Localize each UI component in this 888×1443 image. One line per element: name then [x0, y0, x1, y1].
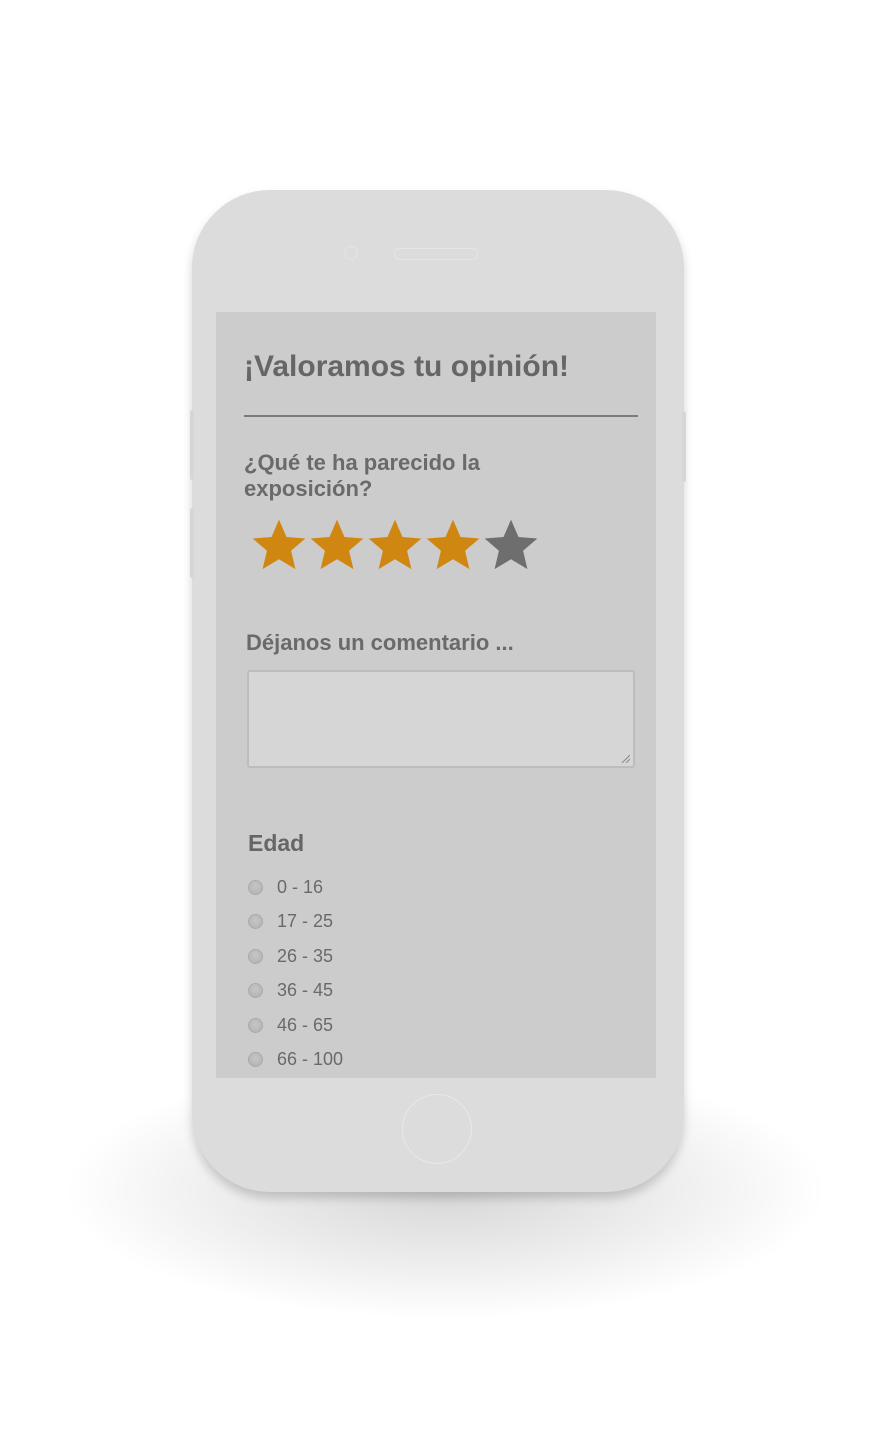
- resize-grip-icon[interactable]: [620, 753, 630, 763]
- age-option-label: 17 - 25: [277, 911, 334, 932]
- age-option[interactable]: 0 - 16: [248, 870, 343, 905]
- star-rating[interactable]: [250, 516, 540, 574]
- age-option[interactable]: 46 - 65: [248, 1008, 343, 1043]
- star-filled-icon[interactable]: [308, 516, 366, 574]
- radio-button[interactable]: [248, 1052, 263, 1068]
- age-radio-group: 0 - 16 17 - 25 26 - 35 36 - 45 46 - 65 66 - 1…: [248, 870, 343, 1077]
- age-option[interactable]: 36 - 45: [248, 974, 343, 1009]
- radio-button[interactable]: [248, 948, 263, 964]
- comment-label: Déjanos un comentario ...: [246, 630, 514, 655]
- star-filled-icon[interactable]: [366, 516, 424, 574]
- radio-button[interactable]: [248, 879, 263, 895]
- phone-screen: ¡Valoramos tu opinión! ¿Qué te ha pareci…: [216, 312, 656, 1078]
- radio-button[interactable]: [248, 1017, 263, 1033]
- volume-up-button: [190, 410, 194, 480]
- star-filled-icon[interactable]: [250, 516, 308, 574]
- age-option-label: 36 - 45: [277, 980, 334, 1001]
- age-option[interactable]: 26 - 35: [248, 939, 343, 974]
- age-option[interactable]: 66 - 100: [248, 1043, 343, 1078]
- star-filled-icon[interactable]: [424, 516, 482, 574]
- comment-textarea[interactable]: [247, 670, 635, 768]
- age-option-label: 26 - 35: [277, 945, 334, 966]
- age-option-label: 66 - 100: [277, 1049, 344, 1070]
- page-title: ¡Valoramos tu opinión!: [244, 350, 570, 383]
- radio-button[interactable]: [248, 983, 263, 999]
- age-option-label: 0 - 16: [277, 876, 324, 897]
- age-option[interactable]: 17 - 25: [248, 905, 343, 940]
- earpiece-speaker: [394, 248, 478, 260]
- title-divider: [244, 415, 638, 417]
- radio-button[interactable]: [248, 914, 263, 930]
- age-option-label: 46 - 65: [277, 1014, 334, 1035]
- front-camera: [344, 246, 358, 260]
- home-button: [402, 1094, 472, 1164]
- volume-down-button: [190, 508, 194, 578]
- power-button: [682, 412, 686, 482]
- star-empty-icon[interactable]: [482, 516, 540, 574]
- age-label: Edad: [248, 830, 305, 856]
- rating-question: ¿Qué te ha parecido la exposición?: [244, 450, 480, 501]
- phone-mockup: ¡Valoramos tu opinión! ¿Qué te ha pareci…: [190, 190, 686, 1192]
